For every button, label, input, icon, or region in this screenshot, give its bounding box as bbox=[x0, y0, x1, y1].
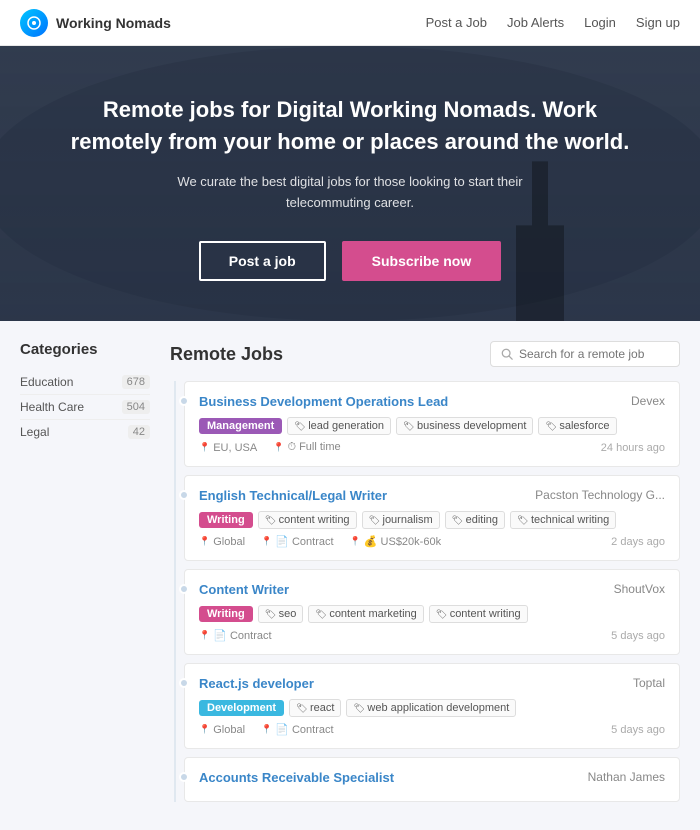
job-company: Pacston Technology G... bbox=[535, 488, 665, 502]
meta-contract: 📄 Contract bbox=[199, 629, 272, 642]
job-title[interactable]: Business Development Operations Lead bbox=[199, 394, 448, 409]
nav-sign-up[interactable]: Sign up bbox=[636, 15, 680, 30]
job-company: Nathan James bbox=[588, 770, 665, 784]
sidebar-count-healthcare: 504 bbox=[122, 400, 150, 414]
navbar: Working Nomads Post a Job Job Alerts Log… bbox=[0, 0, 700, 46]
tag-skill: content writing bbox=[258, 511, 357, 529]
job-list-header: Remote Jobs bbox=[170, 341, 680, 367]
job-card-header: React.js developer Toptal bbox=[199, 676, 665, 691]
tag-category[interactable]: Writing bbox=[199, 512, 253, 528]
job-card-header: Accounts Receivable Specialist Nathan Ja… bbox=[199, 770, 665, 785]
tag-skill: content marketing bbox=[308, 605, 423, 623]
nav-login[interactable]: Login bbox=[584, 15, 616, 30]
job-list-title: Remote Jobs bbox=[170, 344, 283, 365]
sidebar: Categories Education 678 Health Care 504… bbox=[20, 341, 150, 810]
hero-subtext: We curate the best digital jobs for thos… bbox=[160, 172, 540, 214]
job-card: Content Writer ShoutVox Writing seo cont… bbox=[184, 569, 680, 655]
tag-category[interactable]: Writing bbox=[199, 606, 253, 622]
job-title[interactable]: English Technical/Legal Writer bbox=[199, 488, 387, 503]
tag-skill: lead generation bbox=[287, 417, 391, 435]
job-dot bbox=[179, 396, 189, 406]
job-card-header: English Technical/Legal Writer Pacston T… bbox=[199, 488, 665, 503]
meta-row: Global 📄 Contract 💰 US$20k-60k bbox=[199, 535, 441, 548]
tag-category[interactable]: Management bbox=[199, 418, 282, 434]
tag-skill: react bbox=[289, 699, 341, 717]
tag-skill: web application development bbox=[346, 699, 516, 717]
job-card: Business Development Operations Lead Dev… bbox=[184, 381, 680, 467]
brand-icon bbox=[20, 9, 48, 37]
job-card: React.js developer Toptal Development re… bbox=[184, 663, 680, 749]
job-time: 5 days ago bbox=[611, 630, 665, 642]
sidebar-label-healthcare: Health Care bbox=[20, 400, 84, 414]
sidebar-item-legal[interactable]: Legal 42 bbox=[20, 420, 150, 444]
meta-row: 📄 Contract bbox=[199, 629, 272, 642]
job-card-bottom: Global 📄 Contract 💰 US$20k-60k 2 days ag… bbox=[199, 535, 665, 548]
hero-section: Remote jobs for Digital Working Nomads. … bbox=[0, 46, 700, 321]
sidebar-count-legal: 42 bbox=[128, 425, 150, 439]
tags-row: Writing content writing journalism editi… bbox=[199, 511, 665, 529]
nav-post-job[interactable]: Post a Job bbox=[426, 15, 487, 30]
brand-name: Working Nomads bbox=[56, 15, 171, 31]
hero-headline: Remote jobs for Digital Working Nomads. … bbox=[60, 94, 640, 158]
job-company: Devex bbox=[631, 394, 665, 408]
sidebar-label-legal: Legal bbox=[20, 425, 49, 439]
nav-job-alerts[interactable]: Job Alerts bbox=[507, 15, 564, 30]
search-box[interactable] bbox=[490, 341, 680, 367]
tag-skill: journalism bbox=[362, 511, 440, 529]
job-time: 24 hours ago bbox=[601, 442, 665, 454]
subscribe-button[interactable]: Subscribe now bbox=[342, 241, 502, 281]
meta-row: Global 📄 Contract bbox=[199, 723, 334, 736]
tag-skill: seo bbox=[258, 605, 304, 623]
job-list: Remote Jobs Business Development Operati… bbox=[170, 341, 680, 810]
meta-contract: 📄 Contract bbox=[261, 723, 334, 736]
job-card-bottom: EU, USA ⏱ Full time 24 hours ago bbox=[199, 441, 665, 454]
sidebar-label-education: Education bbox=[20, 375, 73, 389]
meta-location: Global bbox=[199, 724, 245, 736]
job-card: Accounts Receivable Specialist Nathan Ja… bbox=[184, 757, 680, 802]
job-time: 2 days ago bbox=[611, 536, 665, 548]
tags-row: Writing seo content marketing content wr… bbox=[199, 605, 665, 623]
job-dot bbox=[179, 584, 189, 594]
sidebar-count-education: 678 bbox=[122, 375, 150, 389]
search-input[interactable] bbox=[519, 347, 669, 361]
tag-skill: salesforce bbox=[538, 417, 616, 435]
job-title[interactable]: React.js developer bbox=[199, 676, 314, 691]
job-card-header: Business Development Operations Lead Dev… bbox=[199, 394, 665, 409]
meta-row: EU, USA ⏱ Full time bbox=[199, 441, 341, 454]
job-company: Toptal bbox=[633, 676, 665, 690]
job-card-bottom: 📄 Contract 5 days ago bbox=[199, 629, 665, 642]
tag-category[interactable]: Development bbox=[199, 700, 284, 716]
tag-skill: technical writing bbox=[510, 511, 616, 529]
meta-salary: 💰 US$20k-60k bbox=[350, 535, 442, 548]
job-title[interactable]: Accounts Receivable Specialist bbox=[199, 770, 394, 785]
job-card-bottom: Global 📄 Contract 5 days ago bbox=[199, 723, 665, 736]
navbar-links: Post a Job Job Alerts Login Sign up bbox=[426, 15, 680, 30]
meta-contract: 📄 Contract bbox=[261, 535, 334, 548]
job-dot bbox=[179, 678, 189, 688]
meta-location: Global bbox=[199, 536, 245, 548]
sidebar-item-education[interactable]: Education 678 bbox=[20, 370, 150, 395]
job-card: English Technical/Legal Writer Pacston T… bbox=[184, 475, 680, 561]
job-card-header: Content Writer ShoutVox bbox=[199, 582, 665, 597]
tags-row: Management lead generation business deve… bbox=[199, 417, 665, 435]
sidebar-item-healthcare[interactable]: Health Care 504 bbox=[20, 395, 150, 420]
meta-type: ⏱ Full time bbox=[273, 441, 340, 454]
job-time: 5 days ago bbox=[611, 724, 665, 736]
job-title[interactable]: Content Writer bbox=[199, 582, 289, 597]
meta-location: EU, USA bbox=[199, 442, 257, 454]
search-icon bbox=[501, 348, 513, 360]
sidebar-title: Categories bbox=[20, 341, 150, 358]
hero-buttons: Post a job Subscribe now bbox=[60, 241, 640, 281]
tag-skill: editing bbox=[445, 511, 505, 529]
tags-row: Development react web application develo… bbox=[199, 699, 665, 717]
job-dot bbox=[179, 490, 189, 500]
brand: Working Nomads bbox=[20, 9, 171, 37]
tag-skill: content writing bbox=[429, 605, 528, 623]
job-list-body: Business Development Operations Lead Dev… bbox=[174, 381, 680, 802]
main-content: Categories Education 678 Health Care 504… bbox=[0, 321, 700, 830]
tag-skill: business development bbox=[396, 417, 533, 435]
job-company: ShoutVox bbox=[614, 582, 665, 596]
job-dot bbox=[179, 772, 189, 782]
post-job-button[interactable]: Post a job bbox=[199, 241, 326, 281]
